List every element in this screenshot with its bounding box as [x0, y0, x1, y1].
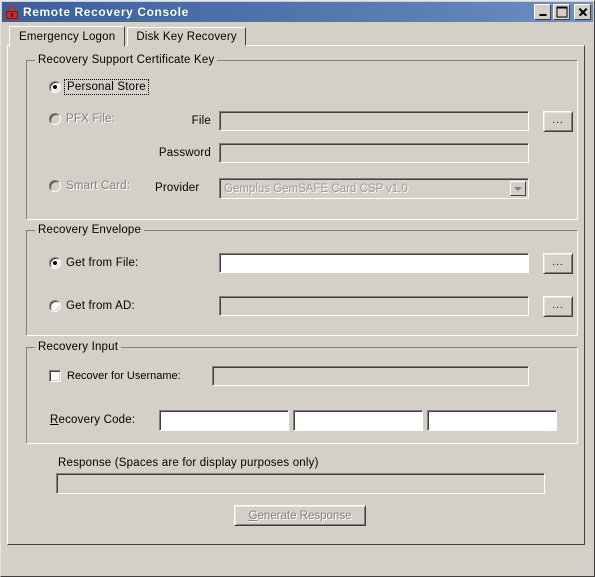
- recovery-code-accel: R: [50, 414, 59, 426]
- maximize-button[interactable]: [553, 4, 570, 20]
- minimize-button[interactable]: [534, 4, 551, 20]
- recovery-code-label: Recovery Code:: [50, 414, 135, 427]
- group-title: Recovery Support Certificate Key: [35, 54, 218, 66]
- envelope-ad-input[interactable]: [219, 296, 529, 316]
- window-title: Remote Recovery Console: [23, 5, 189, 19]
- tab-emergency-logon[interactable]: Emergency Logon: [9, 26, 126, 47]
- recovery-code-label-rest: ecovery Code:: [58, 414, 136, 426]
- radio-smart-card[interactable]: Smart Card:: [49, 180, 130, 192]
- provider-label: Provider: [155, 182, 200, 194]
- application-window: Remote Recovery Console Emergency Logon …: [0, 0, 595, 577]
- caption-button-group: [534, 4, 591, 20]
- group-recovery-envelope: Recovery Envelope Get from File: ... Get…: [26, 224, 578, 336]
- generate-response-rest: enerate Response: [257, 509, 352, 522]
- tab-panel-emergency-logon: Recovery Support Certificate Key Persona…: [7, 45, 585, 545]
- browse-envelope-ad-button[interactable]: ...: [543, 296, 573, 317]
- radio-indicator: [49, 257, 61, 269]
- password-label: Password: [158, 147, 211, 159]
- checkbox-recover-for-username[interactable]: Recover for Username:: [49, 370, 181, 382]
- smart-card-provider-select[interactable]: Gemplus GemSAFE Card CSP v1.0: [219, 178, 529, 199]
- radio-pfx-file[interactable]: PFX File:: [49, 113, 115, 125]
- radio-indicator: [49, 180, 61, 192]
- response-label: Response (Spaces are for display purpose…: [58, 457, 319, 469]
- response-output[interactable]: [56, 473, 545, 494]
- tab-strip: Emergency Logon Disk Key Recovery: [9, 26, 246, 47]
- checkbox-label: Recover for Username:: [67, 370, 181, 382]
- envelope-file-input[interactable]: [219, 253, 529, 273]
- pfx-file-input[interactable]: [219, 111, 529, 131]
- radio-indicator: [49, 113, 61, 125]
- group-title: Recovery Envelope: [35, 224, 145, 236]
- browse-pfx-file-button[interactable]: ...: [543, 111, 573, 132]
- radio-label: Smart Card:: [66, 180, 131, 192]
- provider-selected-value: Gemplus GemSAFE Card CSP v1.0: [224, 182, 408, 195]
- checkbox-indicator: [49, 370, 61, 382]
- close-button[interactable]: [574, 4, 591, 20]
- generate-response-button[interactable]: Generate Response: [234, 505, 366, 526]
- radio-label: Get from AD:: [66, 300, 135, 312]
- recovery-code-input-1[interactable]: [159, 410, 289, 431]
- browse-envelope-file-button[interactable]: ...: [543, 253, 573, 274]
- tab-label: Emergency Logon: [19, 30, 116, 43]
- generate-response-label: Generate Response: [249, 510, 352, 522]
- title-bar[interactable]: Remote Recovery Console: [2, 2, 593, 22]
- radio-get-from-file[interactable]: Get from File:: [49, 257, 138, 269]
- tab-label: Disk Key Recovery: [136, 30, 237, 43]
- radio-label: Get from File:: [66, 257, 139, 269]
- recovery-code-input-2[interactable]: [293, 410, 423, 431]
- group-recovery-support-certificate-key: Recovery Support Certificate Key Persona…: [26, 54, 578, 220]
- pfx-password-input[interactable]: [219, 143, 529, 163]
- lock-icon: [5, 5, 19, 19]
- radio-personal-store[interactable]: Personal Store: [49, 79, 149, 95]
- group-recovery-input: Recovery Input Recover for Username: Rec…: [26, 341, 578, 444]
- chevron-down-icon[interactable]: [510, 181, 526, 196]
- radio-get-from-ad[interactable]: Get from AD:: [49, 300, 135, 312]
- file-label: File: [191, 115, 211, 127]
- recover-username-input[interactable]: [212, 366, 529, 386]
- group-title: Recovery Input: [35, 341, 122, 353]
- radio-indicator: [49, 81, 61, 93]
- tab-disk-key-recovery[interactable]: Disk Key Recovery: [127, 27, 246, 46]
- radio-indicator: [49, 300, 61, 312]
- radio-label: Personal Store: [64, 79, 149, 95]
- radio-label: PFX File:: [66, 113, 116, 125]
- recovery-code-input-3[interactable]: [427, 410, 557, 431]
